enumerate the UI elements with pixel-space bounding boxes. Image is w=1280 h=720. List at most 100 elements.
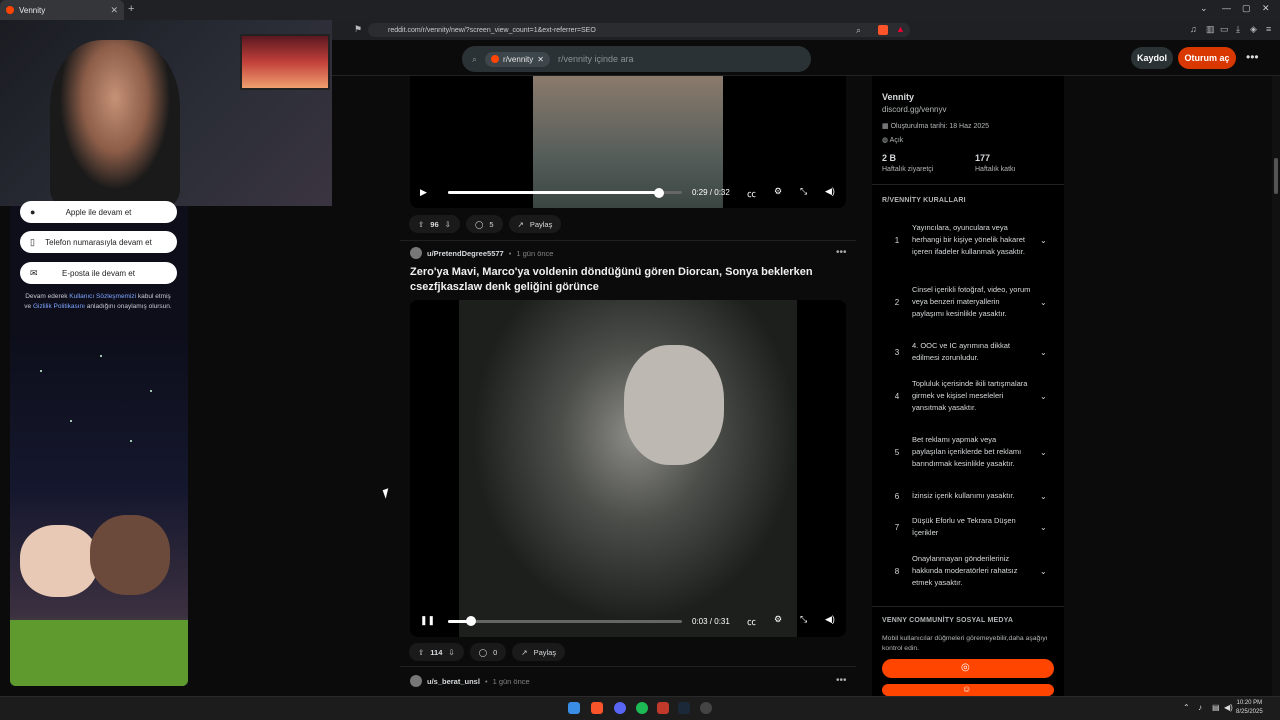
comments-button[interactable]: ◯ 0 — [469, 643, 507, 661]
downvote-icon[interactable]: ⇩ — [448, 648, 454, 657]
upvote-icon[interactable]: ⇧ — [418, 220, 424, 229]
social-button-website[interactable]: ◎ — [882, 659, 1054, 678]
rewards-icon[interactable]: ▲ — [896, 24, 905, 34]
phone-login-button[interactable]: ▯ Telefon numarasıyla devam et — [20, 231, 177, 253]
maximize-icon[interactable]: ▢ — [1242, 3, 1251, 14]
chevron-down-icon[interactable]: ⌄ — [1040, 492, 1047, 501]
discord-icon[interactable] — [614, 702, 626, 714]
chevron-down-icon[interactable]: ⌄ — [1040, 236, 1047, 245]
zoom-icon[interactable]: ⌕ — [856, 25, 861, 36]
scrollbar-thumb[interactable] — [1274, 158, 1278, 194]
rule-item[interactable]: 7 Düşük Eforlu ve Tekrara Düşen İçerikler… — [882, 515, 1052, 539]
minimize-icon[interactable]: — — [1222, 3, 1231, 13]
seek-handle[interactable] — [653, 188, 664, 198]
rule-number: 5 — [894, 447, 900, 457]
new-tab-icon[interactable]: + — [128, 3, 134, 15]
chevron-down-icon[interactable]: ⌄ — [1040, 523, 1047, 532]
chevron-down-icon[interactable]: ⌄ — [1040, 567, 1047, 576]
media-icon[interactable]: ♫ — [1190, 24, 1197, 34]
signup-button[interactable]: Kaydol — [1131, 47, 1173, 69]
post1-video[interactable]: ▶ 0:29 / 0:32 ㏄ ⚙ ⤡ ◀) — [410, 76, 846, 208]
share-button[interactable]: ↗ Paylaş — [508, 215, 562, 233]
post-options-icon[interactable]: ••• — [836, 675, 847, 686]
downvote-icon[interactable]: ⇩ — [445, 220, 451, 229]
vote-pill: ⇧ 114 ⇩ — [409, 643, 464, 661]
rule-number: 8 — [894, 566, 900, 576]
fullscreen-icon[interactable]: ⤡ — [800, 614, 807, 625]
windows-start-icon[interactable] — [568, 702, 580, 714]
comments-button[interactable]: ◯ 5 — [465, 215, 503, 233]
fullscreen-icon[interactable]: ⤡ — [800, 186, 807, 197]
social-button-discord[interactable]: ☺ — [882, 684, 1054, 696]
login-button[interactable]: Oturum aç — [1178, 47, 1236, 69]
bookmark-icon[interactable]: ⚑ — [354, 24, 362, 35]
media-app-icon[interactable] — [657, 702, 669, 714]
volume-icon[interactable]: ◀) — [825, 186, 835, 197]
menu-icon[interactable]: ≡ — [1266, 24, 1271, 34]
search-bar[interactable]: ⌕ r/vennity ✕ r/vennity içinde ara — [462, 46, 811, 72]
mail-icon: ✉ — [30, 267, 38, 278]
subreddit-chip[interactable]: r/vennity ✕ — [485, 51, 550, 67]
share-button[interactable]: ↗ Paylaş — [512, 643, 566, 661]
volume-icon[interactable]: ◀) — [825, 614, 835, 625]
close-tab-icon[interactable]: ✕ — [110, 5, 118, 16]
sidebar-icon[interactable]: ▥ — [1206, 24, 1215, 35]
steam-icon[interactable] — [678, 702, 690, 714]
chevron-down-icon[interactable]: ⌄ — [1040, 298, 1047, 307]
chevron-down-icon[interactable]: ⌄ — [1040, 348, 1047, 357]
rule-number: 6 — [894, 491, 900, 501]
spotify-icon[interactable] — [636, 702, 648, 714]
stat-contrib-label: Haftalık katkı — [975, 166, 1016, 173]
post-options-icon[interactable]: ••• — [836, 247, 847, 258]
user-agreement-link[interactable]: Kullanıcı Sözleşmemizi — [69, 293, 136, 300]
extension-icon[interactable]: ◈ — [1250, 24, 1257, 35]
settings-gear-icon[interactable]: ⚙ — [774, 186, 782, 197]
taskbar-clock[interactable]: 10:20 PM 8/25/2025 — [1236, 699, 1263, 717]
post3-username[interactable]: u/s_berat_unsl — [427, 677, 480, 686]
post2-title[interactable]: Zero'ya Mavi, Marco'ya voldenin döndüğün… — [410, 265, 830, 295]
email-login-button[interactable]: ✉ E-posta ile devam et — [20, 262, 177, 284]
apple-login-button[interactable]: ● Apple ile devam et — [20, 201, 177, 223]
captions-icon[interactable]: ㏄ — [747, 187, 756, 200]
community-link[interactable]: discord.gg/vennyv — [882, 105, 946, 114]
chevron-down-icon[interactable]: ⌄ — [1040, 392, 1047, 401]
rule-item[interactable]: 1 Yayıncılara, oyunculara veya herhangi b… — [882, 216, 1052, 264]
chevron-down-icon[interactable]: ⌄ — [1200, 3, 1208, 14]
window-close-icon[interactable]: ✕ — [1262, 3, 1270, 14]
browser-tab[interactable]: Vennity ✕ — [0, 0, 124, 20]
chevron-down-icon[interactable]: ⌄ — [1040, 448, 1047, 457]
avatar[interactable] — [410, 247, 422, 259]
rule-item[interactable]: 5 Bet reklamı yapmak veya paylaşılan içer… — [882, 428, 1052, 476]
rule-item[interactable]: 8 Onaylanmayan gönderileriniz hakkında mo… — [882, 553, 1052, 589]
microphone-icon[interactable]: ♪ — [1198, 703, 1202, 712]
settings-gear-icon[interactable]: ⚙ — [774, 614, 782, 625]
post2-video[interactable]: ❚❚ 0:03 / 0:31 ㏄ ⚙ ⤡ ◀) — [410, 300, 846, 637]
brave-browser-icon[interactable] — [591, 702, 603, 714]
more-options-icon[interactable]: ••• — [1246, 50, 1259, 64]
obs-icon[interactable] — [700, 702, 712, 714]
wallet-icon[interactable]: ▭ — [1220, 24, 1229, 35]
rule-item[interactable]: 2 Cinsel içerikli fotoğraf, video, yorum … — [882, 278, 1052, 326]
comment-icon: ◯ — [478, 647, 488, 657]
brave-shield-icon[interactable] — [878, 25, 888, 35]
rule-item[interactable]: 6 İzinsiz içerik kullanımı yasaktır. ⌄ — [882, 490, 1052, 502]
rule-number: 4 — [894, 391, 900, 401]
volume-icon[interactable]: ◀) — [1224, 703, 1233, 712]
upvote-icon[interactable]: ⇧ — [418, 648, 424, 657]
privacy-policy-link[interactable]: Gizlilik Politikasını — [33, 303, 85, 310]
play-icon[interactable]: ▶ — [420, 187, 427, 198]
network-icon[interactable]: ▤ — [1212, 703, 1220, 712]
seek-bar[interactable] — [448, 620, 682, 623]
post2-username[interactable]: u/PretendDegree5577 — [427, 249, 504, 258]
pause-icon[interactable]: ❚❚ — [420, 615, 435, 626]
avatar[interactable] — [410, 675, 422, 687]
download-icon[interactable]: ⤓ — [1236, 24, 1240, 35]
url-field[interactable]: reddit.com/r/vennity/new/?screen_view_co… — [368, 23, 910, 37]
rule-item[interactable]: 3 4. OOC ve IC ayrımına dikkat edilmesi z… — [882, 340, 1052, 364]
comment-count: 0 — [493, 647, 498, 657]
tray-chevron-icon[interactable]: ⌃ — [1183, 703, 1190, 712]
captions-icon[interactable]: ㏄ — [747, 615, 756, 628]
rule-item[interactable]: 4 Topluluk içerisinde ikili tartışmalara … — [882, 378, 1052, 414]
chip-close-icon[interactable]: ✕ — [537, 55, 544, 64]
comment-icon: ◯ — [474, 219, 484, 229]
